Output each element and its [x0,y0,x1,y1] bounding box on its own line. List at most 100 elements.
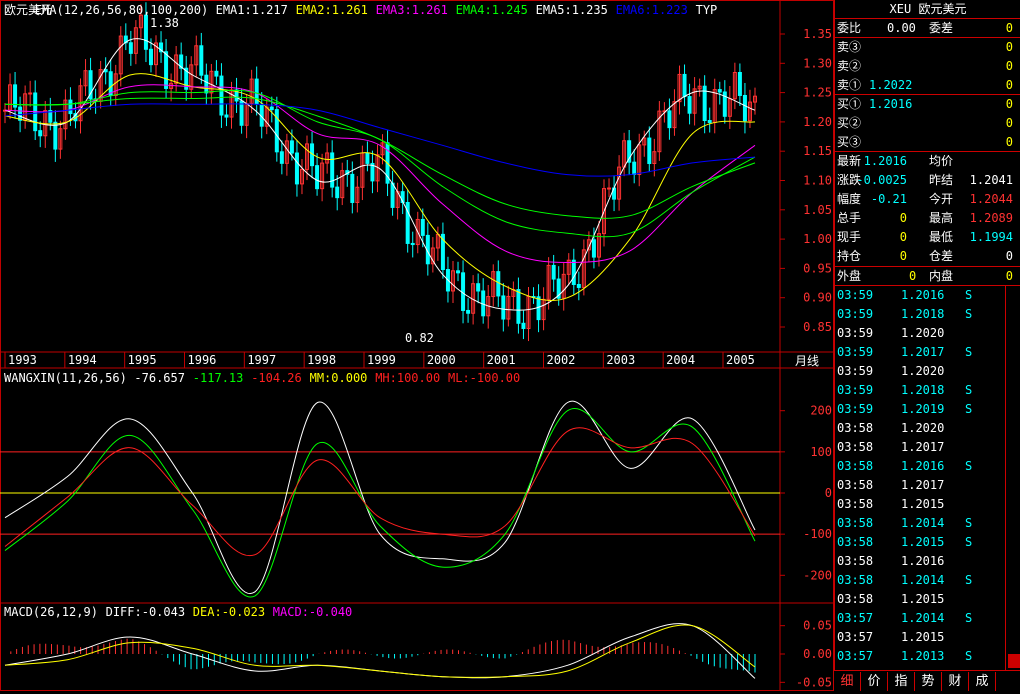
tick-time: 03:58 [837,459,874,473]
quote-panel: XEU 欧元美元 委比 0.00 委差 0 外盘 0 内盘 0 03:59 1.2… [834,0,1020,691]
ema-line-2 [4,73,756,301]
price-tick-label: 0.90 [803,291,832,305]
bid-volume: 0 [1005,135,1013,149]
year-label: 2005 [726,353,755,367]
price-tick-label: 1.00 [803,232,832,246]
tick-row[interactable]: 03:59 1.2020 [835,362,1005,381]
tick-time: 03:58 [837,592,874,606]
ema-line-3 [4,84,756,264]
tick-time: 03:58 [837,440,874,454]
year-label: 2003 [606,353,635,367]
order-ratio-row: 委比 0.00 委差 0 [835,19,1020,37]
diff-value: 0 [1005,21,1013,35]
tick-row[interactable]: 03:58 1.2016 S [835,457,1005,476]
tick-row[interactable]: 03:58 1.2020 [835,419,1005,438]
tick-time: 03:58 [837,421,874,435]
tick-row[interactable]: 03:59 1.2017 S [835,343,1005,362]
wangxin-header-item: -117.13 [193,371,244,385]
tab-2[interactable]: 指 [888,672,915,691]
wangxin-tick-label: -200 [803,568,832,582]
quote-label: 最低 [929,230,954,244]
tab-3[interactable]: 势 [915,672,942,691]
tick-flag: S [965,383,973,397]
year-label: 1995 [128,353,157,367]
tab-4[interactable]: 财 [942,672,969,691]
tick-row[interactable]: 03:58 1.2014 S [835,514,1005,533]
tab-0[interactable]: 细 [834,672,861,691]
wangxin-line-1 [4,400,756,595]
tick-row[interactable]: 03:57 1.2014 S [835,609,1005,628]
tick-time: 03:59 [837,383,874,397]
candle-body [224,114,229,118]
tick-row[interactable]: 03:59 1.2020 [835,324,1005,343]
tick-row[interactable]: 03:58 1.2015 S [835,533,1005,552]
candle-body [682,73,687,98]
macd-header-item: DEA:-0.023 [193,605,265,619]
candle-body [128,42,133,54]
tick-list[interactable]: 03:59 1.2016 S 03:59 1.2018 S 03:59 1.2020 03:59… [835,286,1005,670]
chart-area[interactable]: 1.35 1.30 1.25 1.20 1.15 1.10 1.05 1.00 0.95 0.90… [0,0,834,691]
tick-time: 03:59 [837,326,874,340]
candle-body [742,94,747,122]
tick-price: 1.2019 [901,402,945,416]
tick-price: 1.2015 [901,497,945,511]
tick-row[interactable]: 03:58 1.2016 [835,552,1005,571]
tick-row[interactable]: 03:59 1.2019 S [835,400,1005,419]
tick-row[interactable]: 03:58 1.2017 [835,476,1005,495]
outer-label: 外盘 [837,269,862,283]
period-label: 月线 [795,354,819,368]
bid-label: 买② [837,116,862,130]
candle-body [571,259,576,285]
tick-price: 1.2014 [901,611,945,625]
tick-flag: S [965,649,973,663]
quote-value: 0 [899,249,907,263]
candle-body [647,137,652,165]
candle-body [461,272,466,311]
tick-scrollbar[interactable] [1005,286,1020,670]
ema-line-4 [4,89,756,238]
tick-flag: S [965,345,973,359]
candle-body [466,309,471,314]
tab-1[interactable]: 价 [861,672,888,691]
tick-row[interactable]: 03:58 1.2014 S [835,571,1005,590]
tick-time: 03:58 [837,478,874,492]
ratio-value: 0.00 [887,21,916,35]
quote-value: 1.2041 [969,173,1013,187]
tick-row[interactable]: 03:59 1.2016 S [835,286,1005,305]
tick-flag: S [965,516,973,530]
scroll-thumb[interactable] [1008,654,1020,668]
tab-5[interactable]: 成 [969,672,996,691]
tick-row[interactable]: 03:59 1.2018 S [835,381,1005,400]
candle-body [269,106,274,111]
tick-row[interactable]: 03:57 1.2013 S [835,647,1005,666]
price-tick-label: 1.20 [803,115,832,129]
price-tick-label: 0.95 [803,261,832,275]
tick-row[interactable]: 03:57 1.2015 [835,628,1005,647]
tick-price: 1.2013 [901,649,945,663]
tick-row[interactable]: 03:58 1.2015 [835,590,1005,609]
wangxin-tick-label: 100 [810,445,832,459]
tick-row[interactable]: 03:58 1.2015 [835,495,1005,514]
candle-body [667,110,672,129]
tick-flag: S [965,535,973,549]
high-annotation: 1.38 [150,16,179,30]
ema-line-5 [4,96,756,219]
candle-body [551,264,556,280]
quote-value: 0 [1005,249,1013,263]
price-tick-label: 1.25 [803,86,832,100]
tick-row[interactable]: 03:59 1.2018 S [835,305,1005,324]
year-label: 1998 [307,353,336,367]
price-tick-label: 1.30 [803,56,832,70]
quote-value: 1.2016 [863,154,907,168]
year-label: 1999 [367,353,396,367]
candle-body [68,99,73,115]
chart-svg[interactable]: 1.35 1.30 1.25 1.20 1.15 1.10 1.05 1.00 0.95 0.90… [0,0,834,691]
candle-body [632,161,637,175]
quote-label: 最高 [929,211,954,225]
candle-body [410,242,415,246]
ask-volume: 0 [1005,59,1013,73]
tick-price: 1.2020 [901,364,945,378]
tick-row[interactable]: 03:58 1.2017 [835,438,1005,457]
tick-time: 03:57 [837,630,874,644]
wangxin-tick-label: 200 [810,404,832,418]
